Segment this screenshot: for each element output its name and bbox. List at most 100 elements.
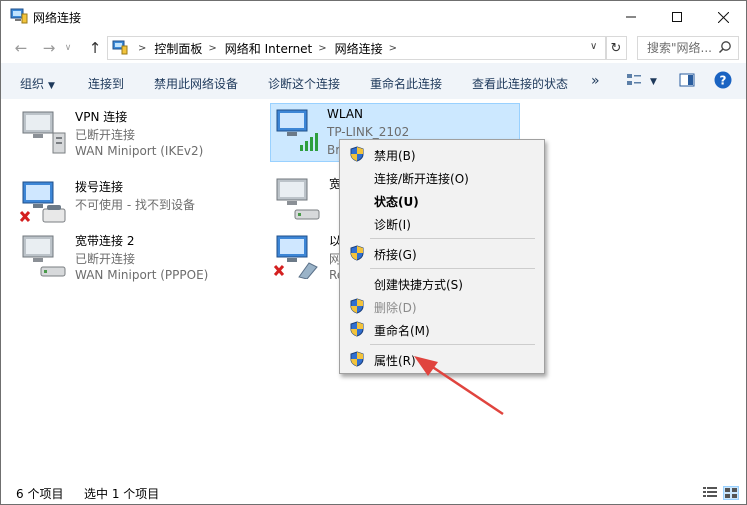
back-button[interactable]: ← — [9, 36, 33, 60]
maximize-icon — [672, 12, 682, 22]
arrow-right-icon: → — [42, 39, 56, 57]
recent-locations-button[interactable]: ∨ — [61, 36, 75, 60]
menu-separator — [370, 238, 535, 239]
address-bar[interactable]: > 控制面板 > 网络和 Internet > 网络连接 > ∨ — [107, 36, 607, 60]
refresh-icon: ↻ — [610, 40, 622, 56]
organize-menu[interactable]: 组织 ▼ — [20, 75, 55, 92]
search-icon[interactable] — [718, 40, 732, 54]
menu-item-diagnose[interactable]: 诊断(I) — [342, 212, 542, 234]
control-panel-icon — [112, 40, 128, 55]
caret-down-icon: ▼ — [48, 81, 55, 91]
menu-item-create-shortcut[interactable]: 创建快捷方式(S) — [342, 272, 542, 294]
menu-label: 重命名(M) — [374, 324, 430, 338]
arrow-up-icon: ↑ — [88, 39, 102, 57]
uac-shield-icon — [350, 321, 364, 337]
selected-count: 选中 1 个项目 — [84, 487, 160, 501]
uac-shield-icon — [350, 146, 364, 162]
context-menu: 禁用(B) 连接/断开连接(O) 状态(U) 诊断(I) 桥接(G) 创建快捷方… — [339, 139, 545, 374]
ethernet-network-icon — [273, 235, 318, 279]
menu-item-delete: 删除(D) — [342, 295, 542, 317]
menu-label: 禁用(B) — [374, 149, 416, 163]
menu-label: 桥接(G) — [374, 248, 417, 262]
chevron-right-icon[interactable]: > — [318, 43, 326, 54]
connection-status: TP-LINK_2102 — [327, 125, 410, 139]
connection-item-vpn[interactable]: VPN 连接 已断开连接 WAN Miniport (IKEv2) — [5, 104, 255, 162]
uac-shield-icon — [350, 298, 364, 314]
minimize-icon — [626, 16, 636, 18]
view-status-button[interactable]: 查看此连接的状态 — [472, 75, 568, 92]
menu-label: 删除(D) — [374, 301, 417, 315]
navigation-bar: ← → ∨ ↑ > 控制面板 > 网络和 Internet > 网络连接 > ∨… — [1, 33, 746, 63]
network-connections-icon — [10, 8, 28, 24]
details-view-icon[interactable] — [703, 486, 717, 498]
organize-label: 组织 — [20, 77, 45, 91]
connection-name: 宽带连接 2 — [75, 234, 135, 248]
menu-label: 属性(R) — [374, 354, 416, 368]
chevron-down-icon[interactable]: ∨ — [590, 41, 597, 52]
title-bar: 网络连接 — [1, 1, 746, 33]
connection-name: WLAN — [327, 107, 364, 121]
change-view-icon[interactable] — [626, 72, 642, 88]
connection-status: 已断开连接 — [75, 252, 136, 266]
menu-label: 状态(U) — [374, 195, 419, 209]
menu-label: 连接/断开连接(O) — [374, 172, 469, 186]
chevron-right-icon[interactable]: > — [389, 43, 397, 54]
help-icon[interactable]: ? — [714, 71, 732, 89]
dialup-network-icon — [19, 181, 66, 223]
breadcrumb-control-panel[interactable]: 控制面板 — [154, 40, 202, 57]
preview-pane-icon[interactable] — [679, 72, 695, 88]
disable-device-button[interactable]: 禁用此网络设备 — [154, 75, 238, 92]
chevron-down-icon: ∨ — [64, 43, 72, 53]
menu-item-disable[interactable]: 禁用(B) — [342, 143, 542, 165]
up-button[interactable]: ↑ — [83, 36, 107, 60]
connection-name: VPN 连接 — [75, 110, 128, 124]
breadcrumb-network-connections[interactable]: 网络连接 — [335, 40, 383, 57]
item-count: 6 个项目 — [16, 487, 64, 501]
search-box — [637, 36, 739, 60]
menu-item-bridge[interactable]: 桥接(G) — [342, 242, 542, 264]
menu-separator — [370, 344, 535, 345]
menu-item-properties[interactable]: 属性(R) — [342, 348, 542, 370]
more-commands-button[interactable]: » — [591, 73, 600, 89]
close-icon — [717, 11, 729, 23]
svg-text:?: ? — [720, 74, 727, 88]
menu-item-rename[interactable]: 重命名(M) — [342, 318, 542, 340]
caret-down-icon[interactable]: ▼ — [650, 77, 657, 87]
vpn-network-icon — [22, 111, 66, 154]
menu-item-connect-disconnect[interactable]: 连接/断开连接(O) — [342, 166, 542, 188]
menu-separator — [370, 268, 535, 269]
chevron-right-icon[interactable]: > — [208, 43, 216, 54]
window-title: 网络连接 — [33, 11, 82, 25]
command-bar: 组织 ▼ 连接到 禁用此网络设备 诊断这个连接 重命名此连接 查看此连接的状态 »… — [1, 63, 746, 99]
broadband-network-icon — [22, 235, 66, 277]
menu-label: 诊断(I) — [374, 218, 411, 232]
uac-shield-icon — [350, 245, 364, 261]
menu-label: 创建快捷方式(S) — [374, 278, 463, 292]
connection-item-broadband-2[interactable]: 宽带连接 2 已断开连接 WAN Miniport (PPPOE) — [5, 228, 255, 286]
chevron-right-icon: > — [138, 43, 147, 54]
connection-device: WAN Miniport (IKEv2) — [75, 144, 204, 158]
status-bar: 6 个项目 选中 1 个项目 — [1, 479, 746, 504]
breadcrumb-network-internet[interactable]: 网络和 Internet — [225, 40, 312, 57]
breadcrumb: > 控制面板 > 网络和 Internet > 网络连接 > — [132, 40, 405, 57]
menu-item-status[interactable]: 状态(U) — [342, 189, 542, 211]
diagnose-connection-button[interactable]: 诊断这个连接 — [268, 75, 340, 92]
connection-status: 已断开连接 — [75, 128, 136, 142]
connection-name: 拨号连接 — [75, 180, 124, 194]
broadband-network-icon — [276, 178, 320, 220]
minimize-button[interactable] — [608, 1, 654, 33]
rename-connection-button[interactable]: 重命名此连接 — [370, 75, 442, 92]
close-button[interactable] — [700, 1, 746, 33]
connect-to-button[interactable]: 连接到 — [88, 75, 124, 92]
forward-button[interactable]: → — [37, 36, 61, 60]
uac-shield-icon — [350, 351, 364, 367]
arrow-left-icon: ← — [14, 39, 28, 57]
search-input[interactable] — [638, 37, 716, 57]
wifi-network-icon — [276, 109, 318, 151]
connection-device: WAN Miniport (PPPOE) — [75, 268, 209, 282]
connection-status: 不可使用 - 找不到设备 — [75, 198, 195, 212]
maximize-button[interactable] — [654, 1, 700, 33]
connection-item-dialup[interactable]: 拨号连接 不可使用 - 找不到设备 — [5, 174, 255, 232]
refresh-button[interactable]: ↻ — [605, 36, 627, 60]
large-icons-view-icon[interactable] — [723, 486, 739, 500]
